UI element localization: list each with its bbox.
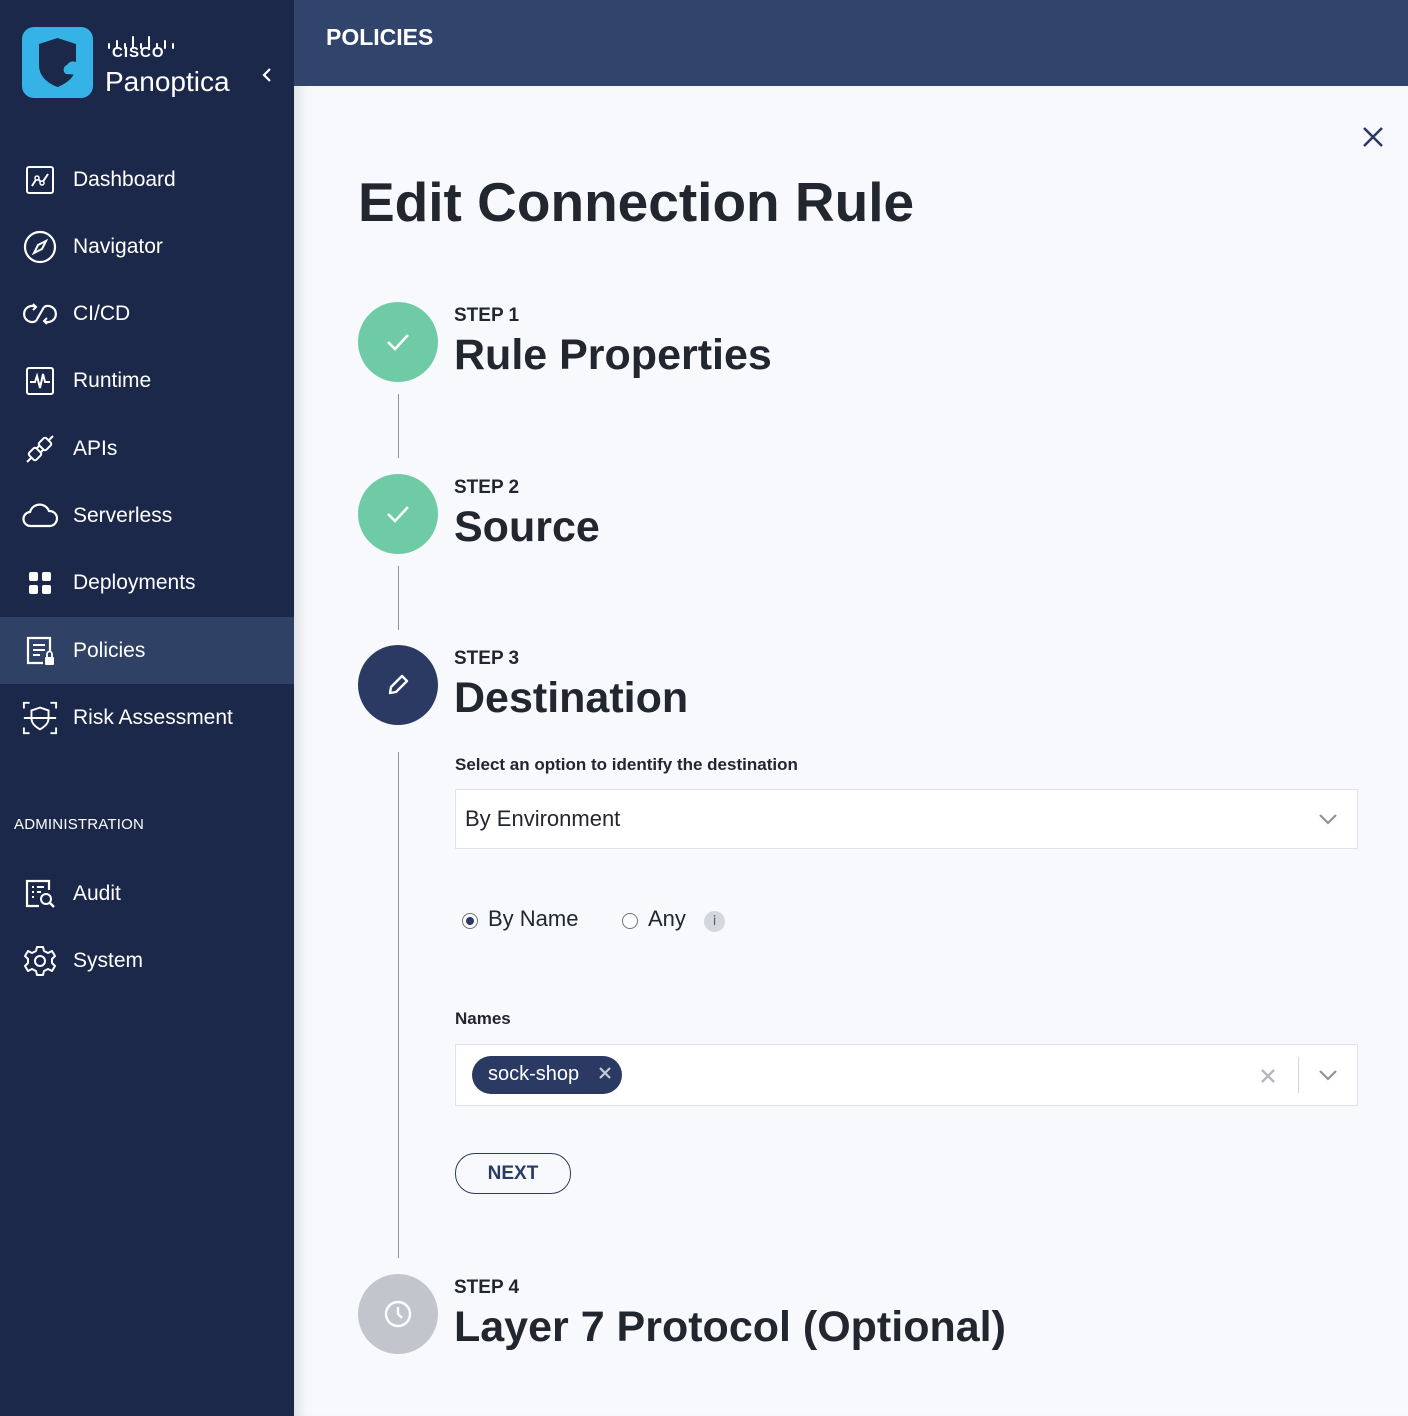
close-icon [1363, 127, 1383, 147]
shield-scan-icon [22, 700, 58, 736]
remove-chip-icon[interactable] [596, 1064, 614, 1082]
admin-section-label: ADMINISTRATION [14, 816, 145, 833]
checkmark-icon [387, 334, 409, 351]
sidebar-item-label: Policies [73, 638, 146, 662]
step-connector [398, 394, 399, 458]
cicd-icon [22, 296, 58, 332]
sidebar-item-serverless[interactable]: Serverless [0, 482, 294, 549]
product-name: Panoptica [105, 66, 230, 97]
identify-destination-select[interactable]: By Environment [455, 789, 1358, 849]
info-icon[interactable]: i [704, 911, 725, 932]
sidebar-item-audit[interactable]: Audit [0, 860, 294, 927]
by-name-radio-label[interactable]: By Name [488, 906, 578, 932]
sidebar-item-label: Risk Assessment [73, 705, 233, 729]
names-label: Names [455, 1009, 511, 1028]
sidebar-item-label: Serverless [73, 503, 173, 527]
step-2-title: Source [454, 503, 600, 551]
step-2-indicator [358, 474, 438, 554]
chevron-down-icon [1319, 814, 1337, 825]
sidebar-item-label: APIs [73, 436, 118, 460]
sidebar-item-label: System [73, 948, 144, 972]
policy-icon [22, 633, 58, 669]
checkmark-icon [387, 506, 409, 523]
api-plug-icon [22, 431, 58, 467]
sidebar-item-dashboard[interactable]: Dashboard [0, 146, 294, 213]
sidebar-item-policies[interactable]: Policies [0, 617, 294, 684]
step-connector [398, 566, 399, 630]
sidebar-item-label: Deployments [73, 570, 196, 594]
names-multiselect[interactable]: sock-shop [455, 1044, 1358, 1106]
collapse-sidebar-button[interactable] [256, 62, 278, 88]
dashboard-icon [22, 162, 58, 198]
step-3-number: STEP 3 [454, 648, 520, 669]
sidebar-item-label: Runtime [73, 368, 152, 392]
clock-icon [384, 1300, 412, 1328]
step-3-title: Destination [454, 674, 689, 722]
page-title: Edit Connection Rule [358, 171, 915, 233]
step-4-indicator [358, 1274, 438, 1354]
runtime-icon [22, 363, 58, 399]
select-value: By Environment [465, 806, 621, 831]
identify-destination-label: Select an option to identify the destina… [455, 755, 798, 774]
top-bar: POLICIES [294, 0, 1408, 86]
step-1-number: STEP 1 [454, 305, 520, 326]
selected-name-chip: sock-shop [472, 1056, 622, 1094]
step-1-indicator [358, 302, 438, 382]
step-3-indicator [358, 645, 438, 725]
grid-icon [22, 565, 58, 601]
page-section-title: POLICIES [326, 24, 434, 50]
sidebar-item-navigator[interactable]: Navigator [0, 213, 294, 280]
pencil-icon [388, 674, 409, 695]
panoptica-logo-icon [22, 27, 93, 98]
sidebar-item-risk-assessment[interactable]: Risk Assessment [0, 684, 294, 751]
any-radio[interactable] [622, 913, 638, 929]
step-connector [398, 752, 399, 1258]
separator [1298, 1057, 1299, 1093]
chevron-down-icon[interactable] [1315, 1064, 1341, 1086]
sidebar-item-system[interactable]: System [0, 927, 294, 994]
gear-icon [22, 943, 58, 979]
chevron-left-icon [262, 68, 271, 82]
sidebar: CISCO Panoptica Dashboard Navigator CI/C… [0, 0, 294, 1416]
sidebar-item-label: Dashboard [73, 167, 176, 191]
edit-rule-panel: Edit Connection Rule STEP 1 Rule Propert… [294, 86, 1408, 1416]
sidebar-item-apis[interactable]: APIs [0, 415, 294, 482]
sidebar-item-label: Navigator [73, 234, 163, 258]
sidebar-item-deployments[interactable]: Deployments [0, 549, 294, 616]
next-button[interactable]: NEXT [455, 1153, 571, 1194]
cloud-icon [22, 498, 58, 534]
sidebar-item-label: Audit [73, 881, 121, 905]
step-4-number: STEP 4 [454, 1277, 520, 1298]
chip-label: sock-shop [488, 1063, 580, 1085]
compass-icon [22, 229, 58, 265]
step-2-number: STEP 2 [454, 477, 520, 498]
close-button[interactable] [1356, 120, 1390, 154]
sidebar-item-label: CI/CD [73, 301, 131, 325]
sidebar-item-cicd[interactable]: CI/CD [0, 280, 294, 347]
step-1-title: Rule Properties [454, 331, 772, 379]
audit-icon [22, 876, 58, 912]
step-4-title: Layer 7 Protocol (Optional) [454, 1303, 1006, 1351]
cisco-wordmark: CISCO [112, 44, 165, 61]
any-radio-label[interactable]: Any [648, 906, 686, 932]
clear-all-icon[interactable] [1256, 1064, 1280, 1088]
by-name-radio[interactable] [462, 913, 478, 929]
sidebar-item-runtime[interactable]: Runtime [0, 347, 294, 414]
